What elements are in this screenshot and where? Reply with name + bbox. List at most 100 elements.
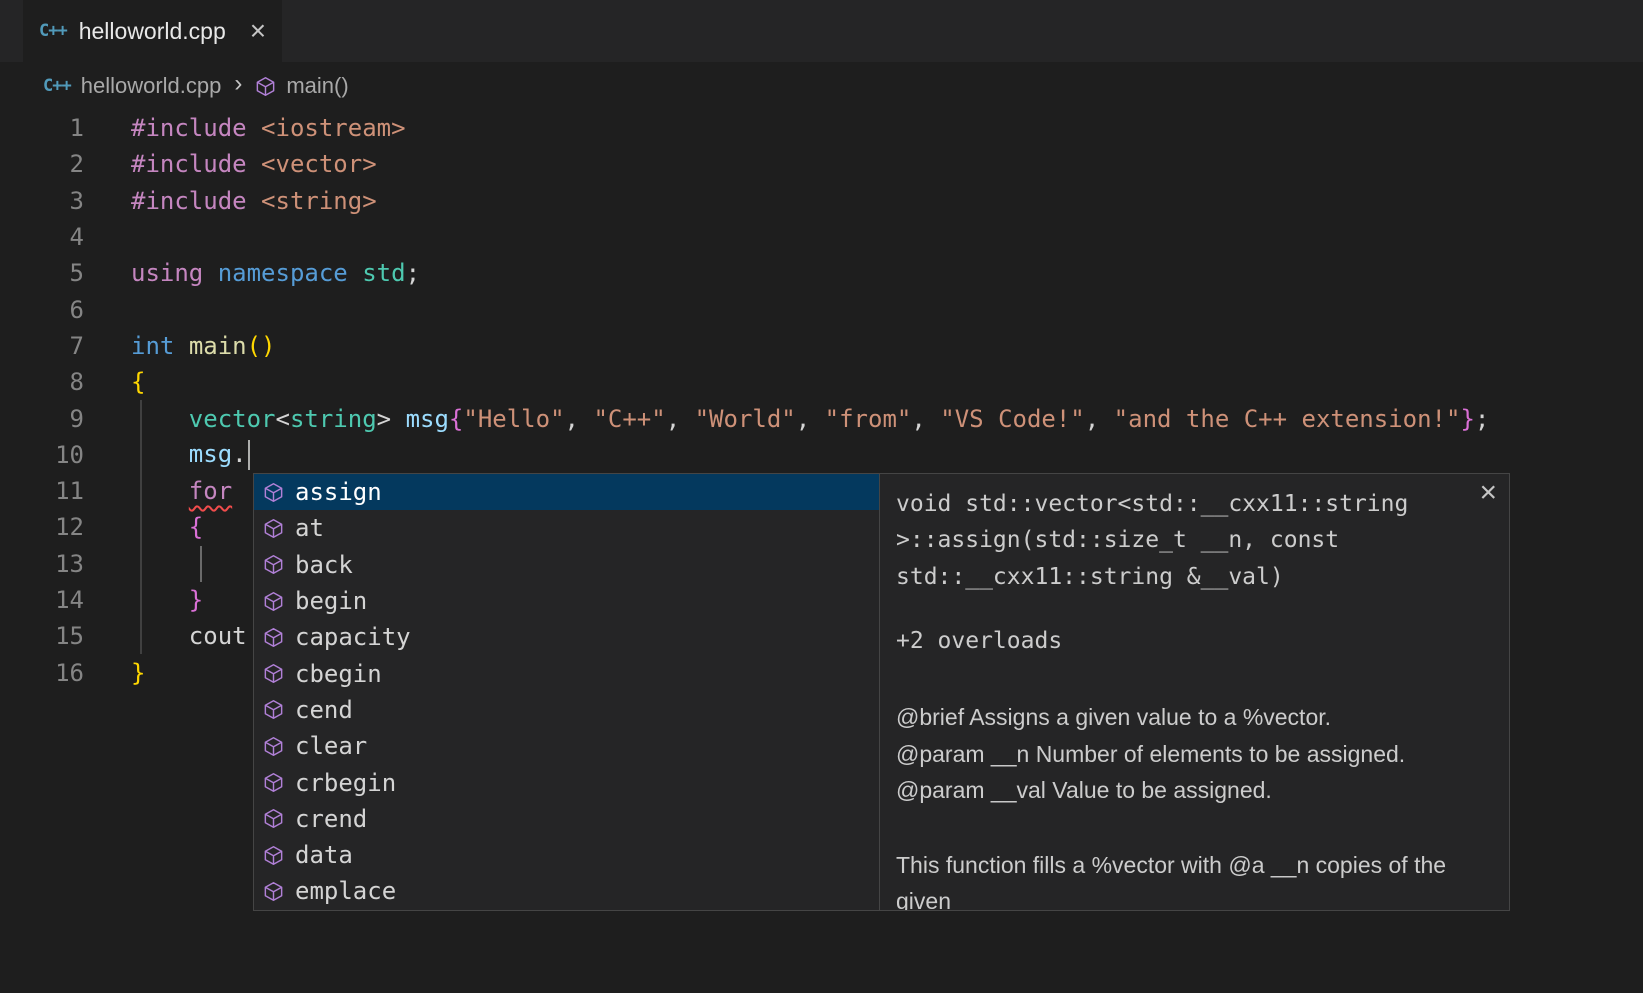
code-token: } — [131, 659, 145, 687]
code-text: using namespace std; — [131, 259, 420, 287]
code-token: for — [189, 477, 232, 505]
code-text: #include <iostream> — [131, 114, 406, 142]
code-line-6[interactable]: 6 — [0, 291, 1643, 327]
docs-param-val: @param __val Value to be assigned. — [896, 772, 1463, 809]
line-number: 15 — [0, 622, 84, 650]
suggest-item-crend[interactable]: crend — [254, 801, 879, 837]
code-token: , — [1085, 405, 1114, 433]
cpp-file-icon: C++ — [43, 76, 71, 96]
vscode-window: C++ helloworld.cpp × C++ helloworld.cpp … — [0, 0, 1643, 993]
method-icon — [263, 845, 284, 866]
symbol-method-icon — [255, 76, 276, 97]
code-token: } — [189, 586, 203, 614]
code-line-3[interactable]: 3#include <string> — [0, 183, 1643, 219]
code-line-1[interactable]: 1 #include <iostream> — [0, 110, 1643, 146]
tab-helloworld-cpp[interactable]: C++ helloworld.cpp × — [23, 0, 282, 62]
tab-close-icon[interactable]: × — [250, 17, 266, 45]
suggest-item-label: back — [295, 551, 353, 579]
line-number: 6 — [0, 296, 84, 324]
code-token: , — [796, 405, 825, 433]
suggest-item-label: assign — [295, 478, 382, 506]
suggest-item-back[interactable]: back — [254, 547, 879, 583]
code-token: "World" — [695, 405, 796, 433]
line-number: 9 — [0, 405, 84, 433]
line-number: 5 — [0, 259, 84, 287]
line-number: 1 — [0, 114, 84, 142]
code-token: , — [666, 405, 695, 433]
code-line-10[interactable]: 10 msg. — [0, 437, 1643, 473]
suggest-item-begin[interactable]: begin — [254, 583, 879, 619]
suggest-item-label: at — [295, 514, 324, 542]
suggest-item-label: cend — [295, 696, 353, 724]
line-number: 12 — [0, 513, 84, 541]
method-icon — [263, 808, 284, 829]
breadcrumb-symbol[interactable]: main() — [286, 73, 348, 99]
cpp-file-icon: C++ — [39, 21, 67, 41]
code-line-9[interactable]: 9 vector<string> msg{"Hello", "C++", "Wo… — [0, 400, 1643, 436]
suggest-item-label: crend — [295, 805, 367, 833]
code-token — [247, 150, 261, 178]
code-text: { — [131, 513, 203, 541]
code-line-7[interactable]: 7 int main() — [0, 328, 1643, 364]
line-number: 11 — [0, 477, 84, 505]
code-token: ; — [406, 259, 420, 287]
suggest-docs-panel: × void std::vector<std::__cxx11::string … — [879, 473, 1510, 911]
line-number: 7 — [0, 332, 84, 360]
breadcrumb: C++ helloworld.cpp › main() — [0, 62, 349, 110]
suggest-item-assign[interactable]: assign — [254, 474, 879, 510]
code-line-8[interactable]: 8{ — [0, 364, 1643, 400]
suggest-item-cend[interactable]: cend — [254, 692, 879, 728]
code-token: ; — [1475, 405, 1489, 433]
suggest-list: assign at back begin capacity cbegin cen… — [254, 474, 879, 910]
close-icon[interactable]: × — [1479, 476, 1497, 510]
code-text: cout — [131, 622, 247, 650]
suggest-item-label: data — [295, 841, 353, 869]
method-icon — [263, 772, 284, 793]
docs-overloads: +2 overloads — [896, 623, 1463, 659]
breadcrumb-file[interactable]: helloworld.cpp — [81, 73, 222, 99]
line-number: 4 — [0, 223, 84, 251]
line-number: 10 — [0, 441, 84, 469]
suggest-item-label: cbegin — [295, 660, 382, 688]
line-number: 2 — [0, 150, 84, 178]
code-token: string — [290, 405, 377, 433]
suggest-item-cbegin[interactable]: cbegin — [254, 655, 879, 691]
suggest-item-crbegin[interactable]: crbegin — [254, 764, 879, 800]
method-icon — [263, 482, 284, 503]
indent-guide-active — [200, 546, 202, 582]
code-line-4[interactable]: 4 — [0, 219, 1643, 255]
suggest-item-emplace[interactable]: emplace — [254, 873, 879, 909]
suggest-item-label: begin — [295, 587, 367, 615]
suggest-item-label: capacity — [295, 623, 411, 651]
method-icon — [263, 663, 284, 684]
suggest-item-at[interactable]: at — [254, 510, 879, 546]
code-token: > — [377, 405, 406, 433]
suggest-item-capacity[interactable]: capacity — [254, 619, 879, 655]
code-token: < — [276, 405, 290, 433]
docs-signature: void std::vector<std::__cxx11::string >:… — [896, 486, 1463, 595]
method-icon — [263, 554, 284, 575]
suggest-item-label: crbegin — [295, 769, 396, 797]
code-token: <vector> — [261, 150, 377, 178]
code-token: #include — [131, 114, 247, 142]
code-token: , — [565, 405, 594, 433]
suggest-widget: assign at back begin capacity cbegin cen… — [253, 473, 880, 911]
code-token: "C++" — [593, 405, 665, 433]
line-number: 13 — [0, 550, 84, 578]
code-token: () — [247, 332, 276, 360]
suggest-item-label: clear — [295, 732, 367, 760]
code-token: <iostream> — [261, 114, 406, 142]
suggest-item-clear[interactable]: clear — [254, 728, 879, 764]
method-icon — [263, 627, 284, 648]
code-text: { — [131, 368, 145, 396]
method-icon — [263, 881, 284, 902]
tab-title: helloworld.cpp — [79, 18, 226, 45]
code-text: msg. — [131, 440, 250, 470]
code-text: int main() — [131, 332, 276, 360]
code-line-5[interactable]: 5 using namespace std; — [0, 255, 1643, 291]
code-token — [203, 259, 217, 287]
code-line-2[interactable]: 2#include <vector> — [0, 146, 1643, 182]
code-token: , — [911, 405, 940, 433]
code-token: using — [131, 259, 203, 287]
suggest-item-data[interactable]: data — [254, 837, 879, 873]
